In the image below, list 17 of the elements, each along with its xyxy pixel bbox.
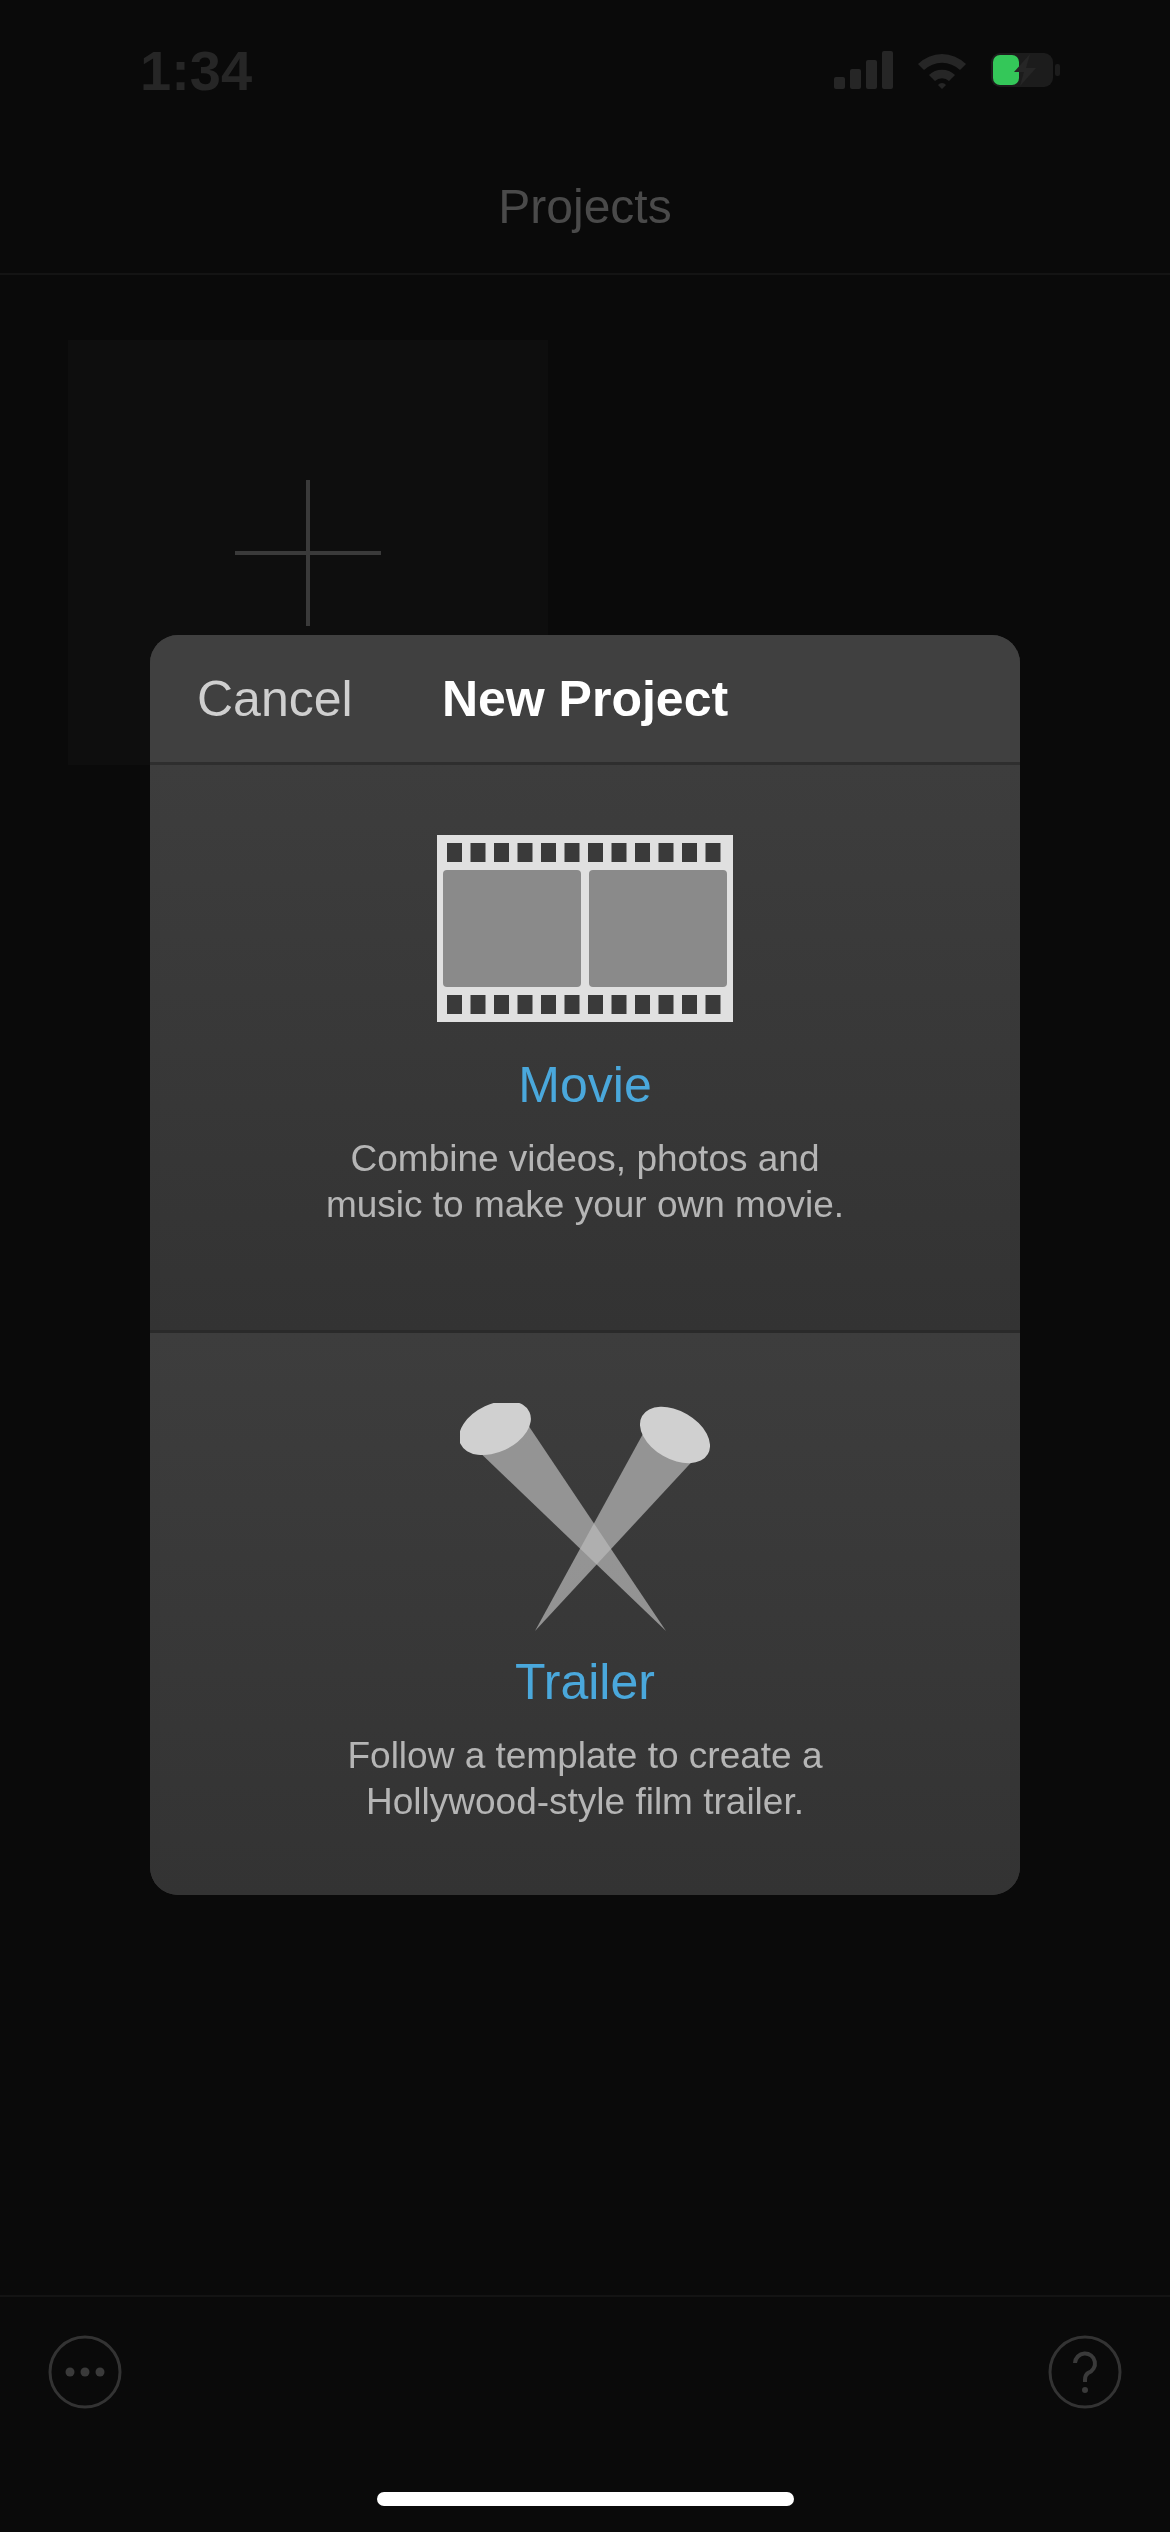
dialog-title: New Project — [441, 670, 729, 727]
spotlights-icon — [460, 1403, 710, 1633]
trailer-option[interactable]: Trailer Follow a template to create a Hollywood-style film trailer. — [150, 1330, 1020, 1895]
film-strip-icon — [437, 835, 733, 1022]
plus-icon — [235, 479, 381, 626]
option-description: Combine videos, photos and music to make your own movie. — [325, 1137, 845, 1227]
battery-icon — [990, 52, 1060, 88]
movie-option[interactable]: Movie Combine videos, photos and music to make your own movie. — [150, 765, 1020, 1330]
header-title: Projects — [498, 179, 672, 234]
cancel-button[interactable]: Cancel — [150, 669, 353, 728]
help-icon[interactable] — [1048, 2335, 1122, 2409]
more-icon[interactable] — [48, 2335, 122, 2409]
wifi-icon — [916, 51, 968, 89]
option-title: Movie — [518, 1056, 652, 1114]
option-title: Trailer — [515, 1653, 655, 1711]
signal-icon — [834, 51, 894, 89]
option-description: Follow a template to create a Hollywood-style film trailer. — [347, 1734, 823, 1824]
